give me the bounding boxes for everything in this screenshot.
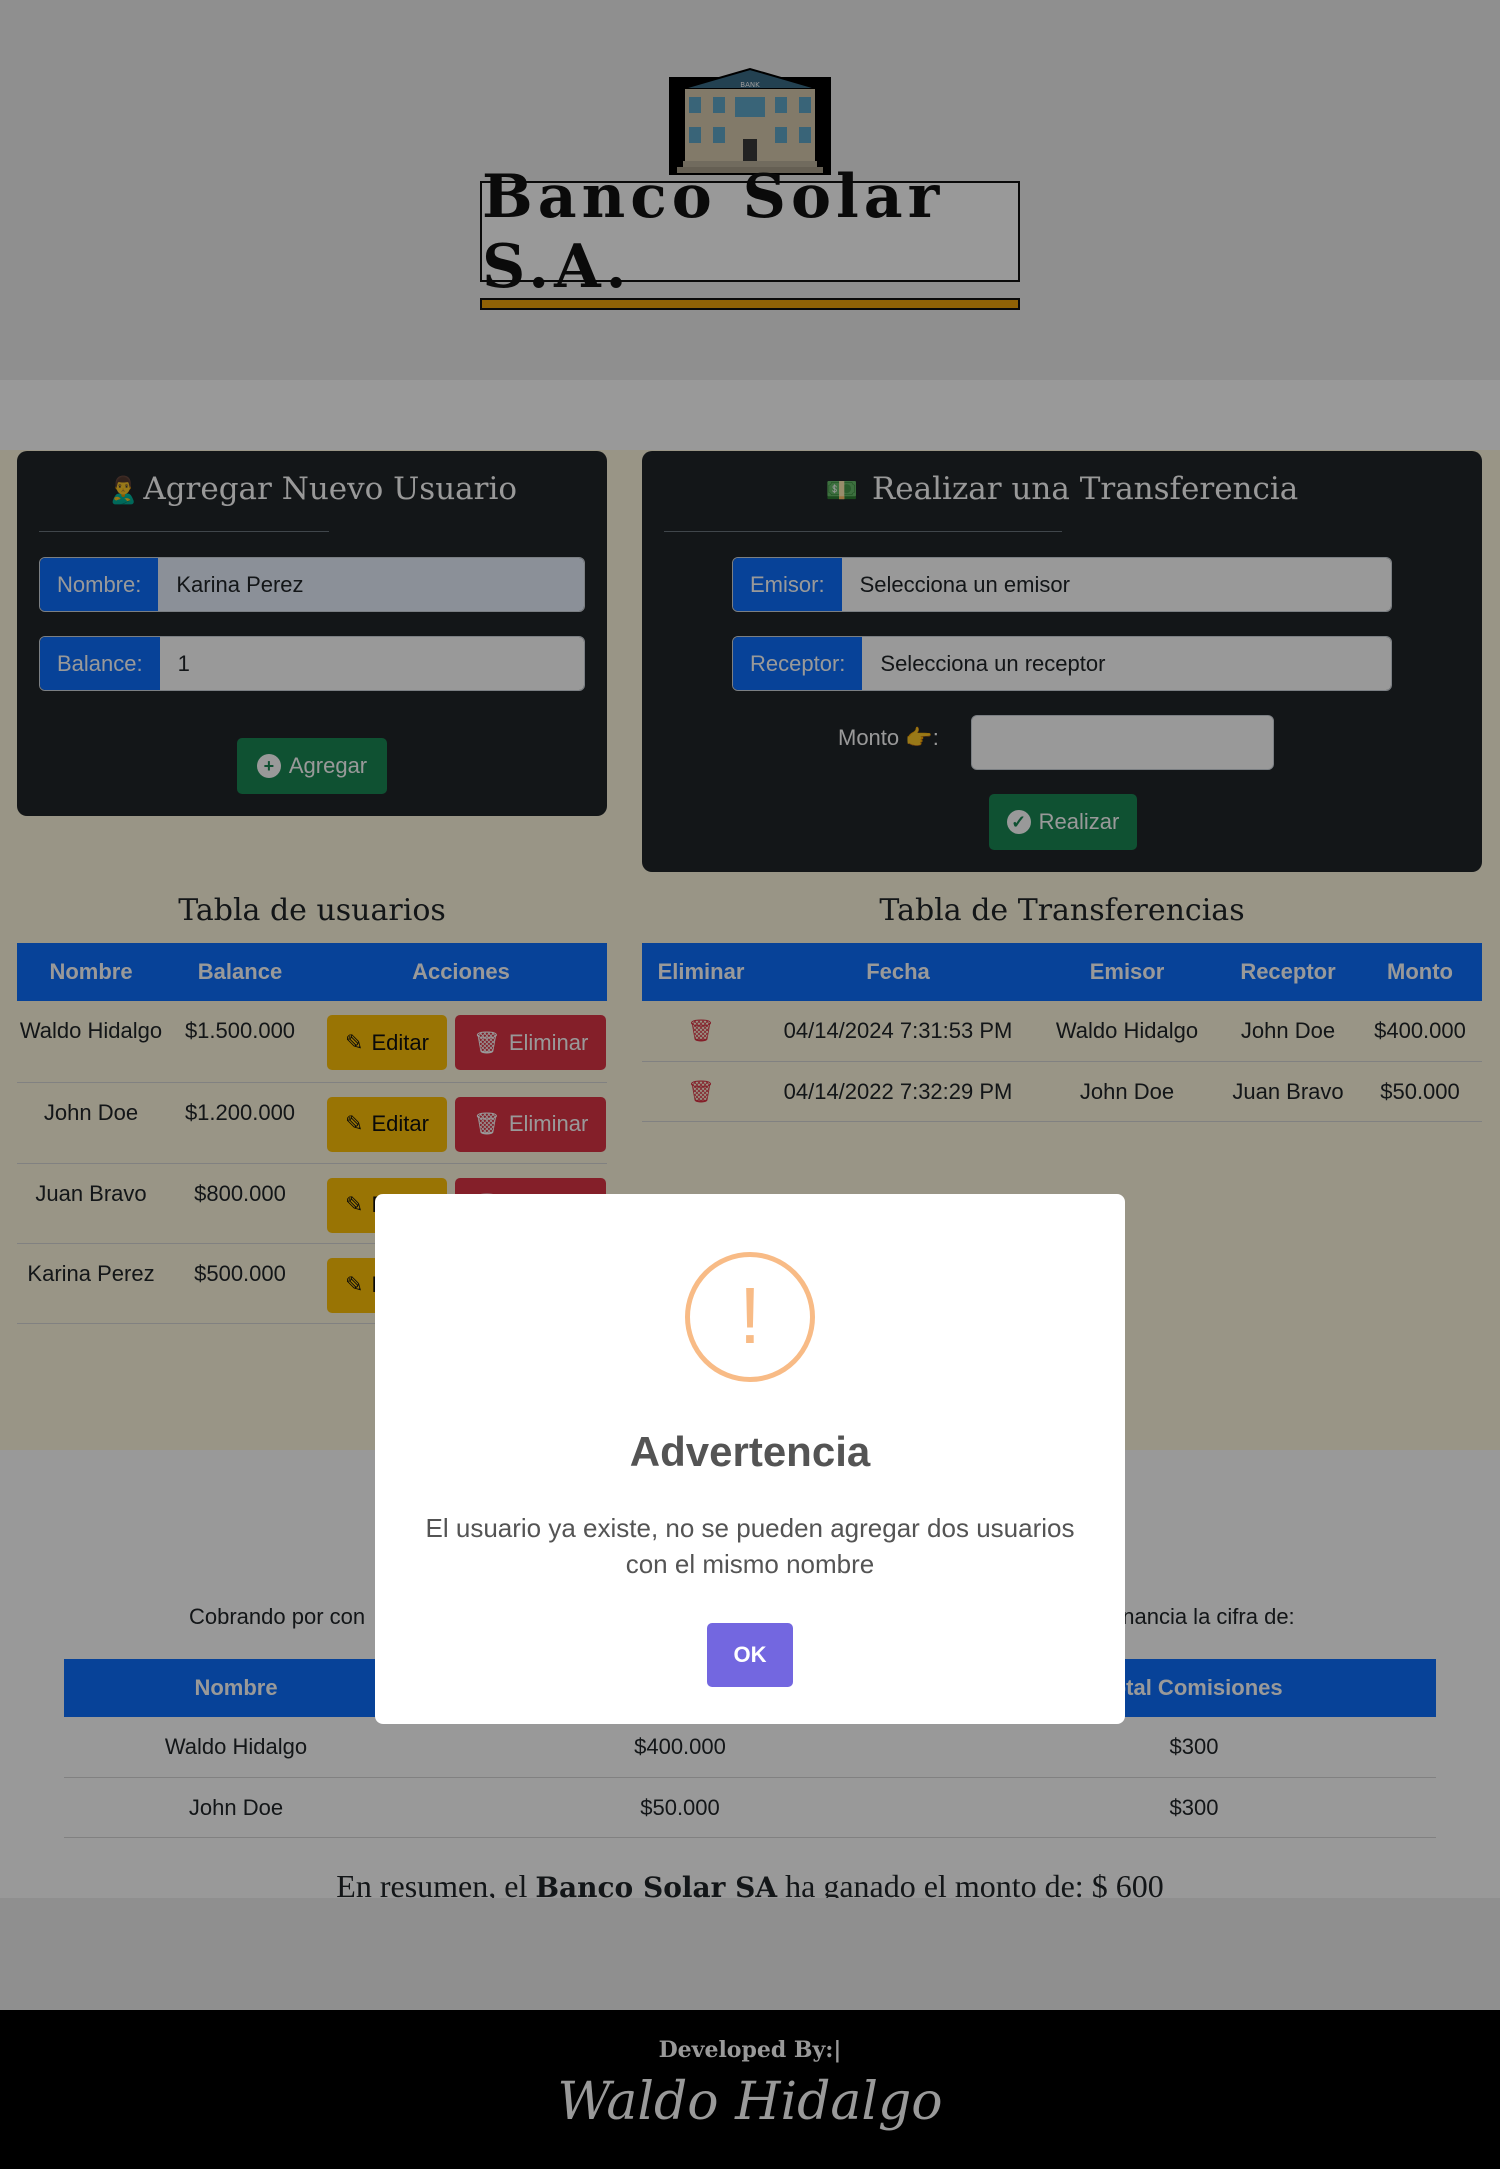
modal-message: El usuario ya existe, no se pueden agreg… bbox=[425, 1513, 1075, 1579]
modal-backdrop[interactable] bbox=[0, 0, 1500, 2169]
ok-button[interactable]: OK bbox=[707, 1623, 793, 1687]
modal-title: Advertencia bbox=[629, 1428, 871, 1475]
warning-icon: ! bbox=[685, 1252, 815, 1382]
warning-modal: ! Advertencia El usuario ya existe, no s… bbox=[375, 1194, 1125, 1724]
